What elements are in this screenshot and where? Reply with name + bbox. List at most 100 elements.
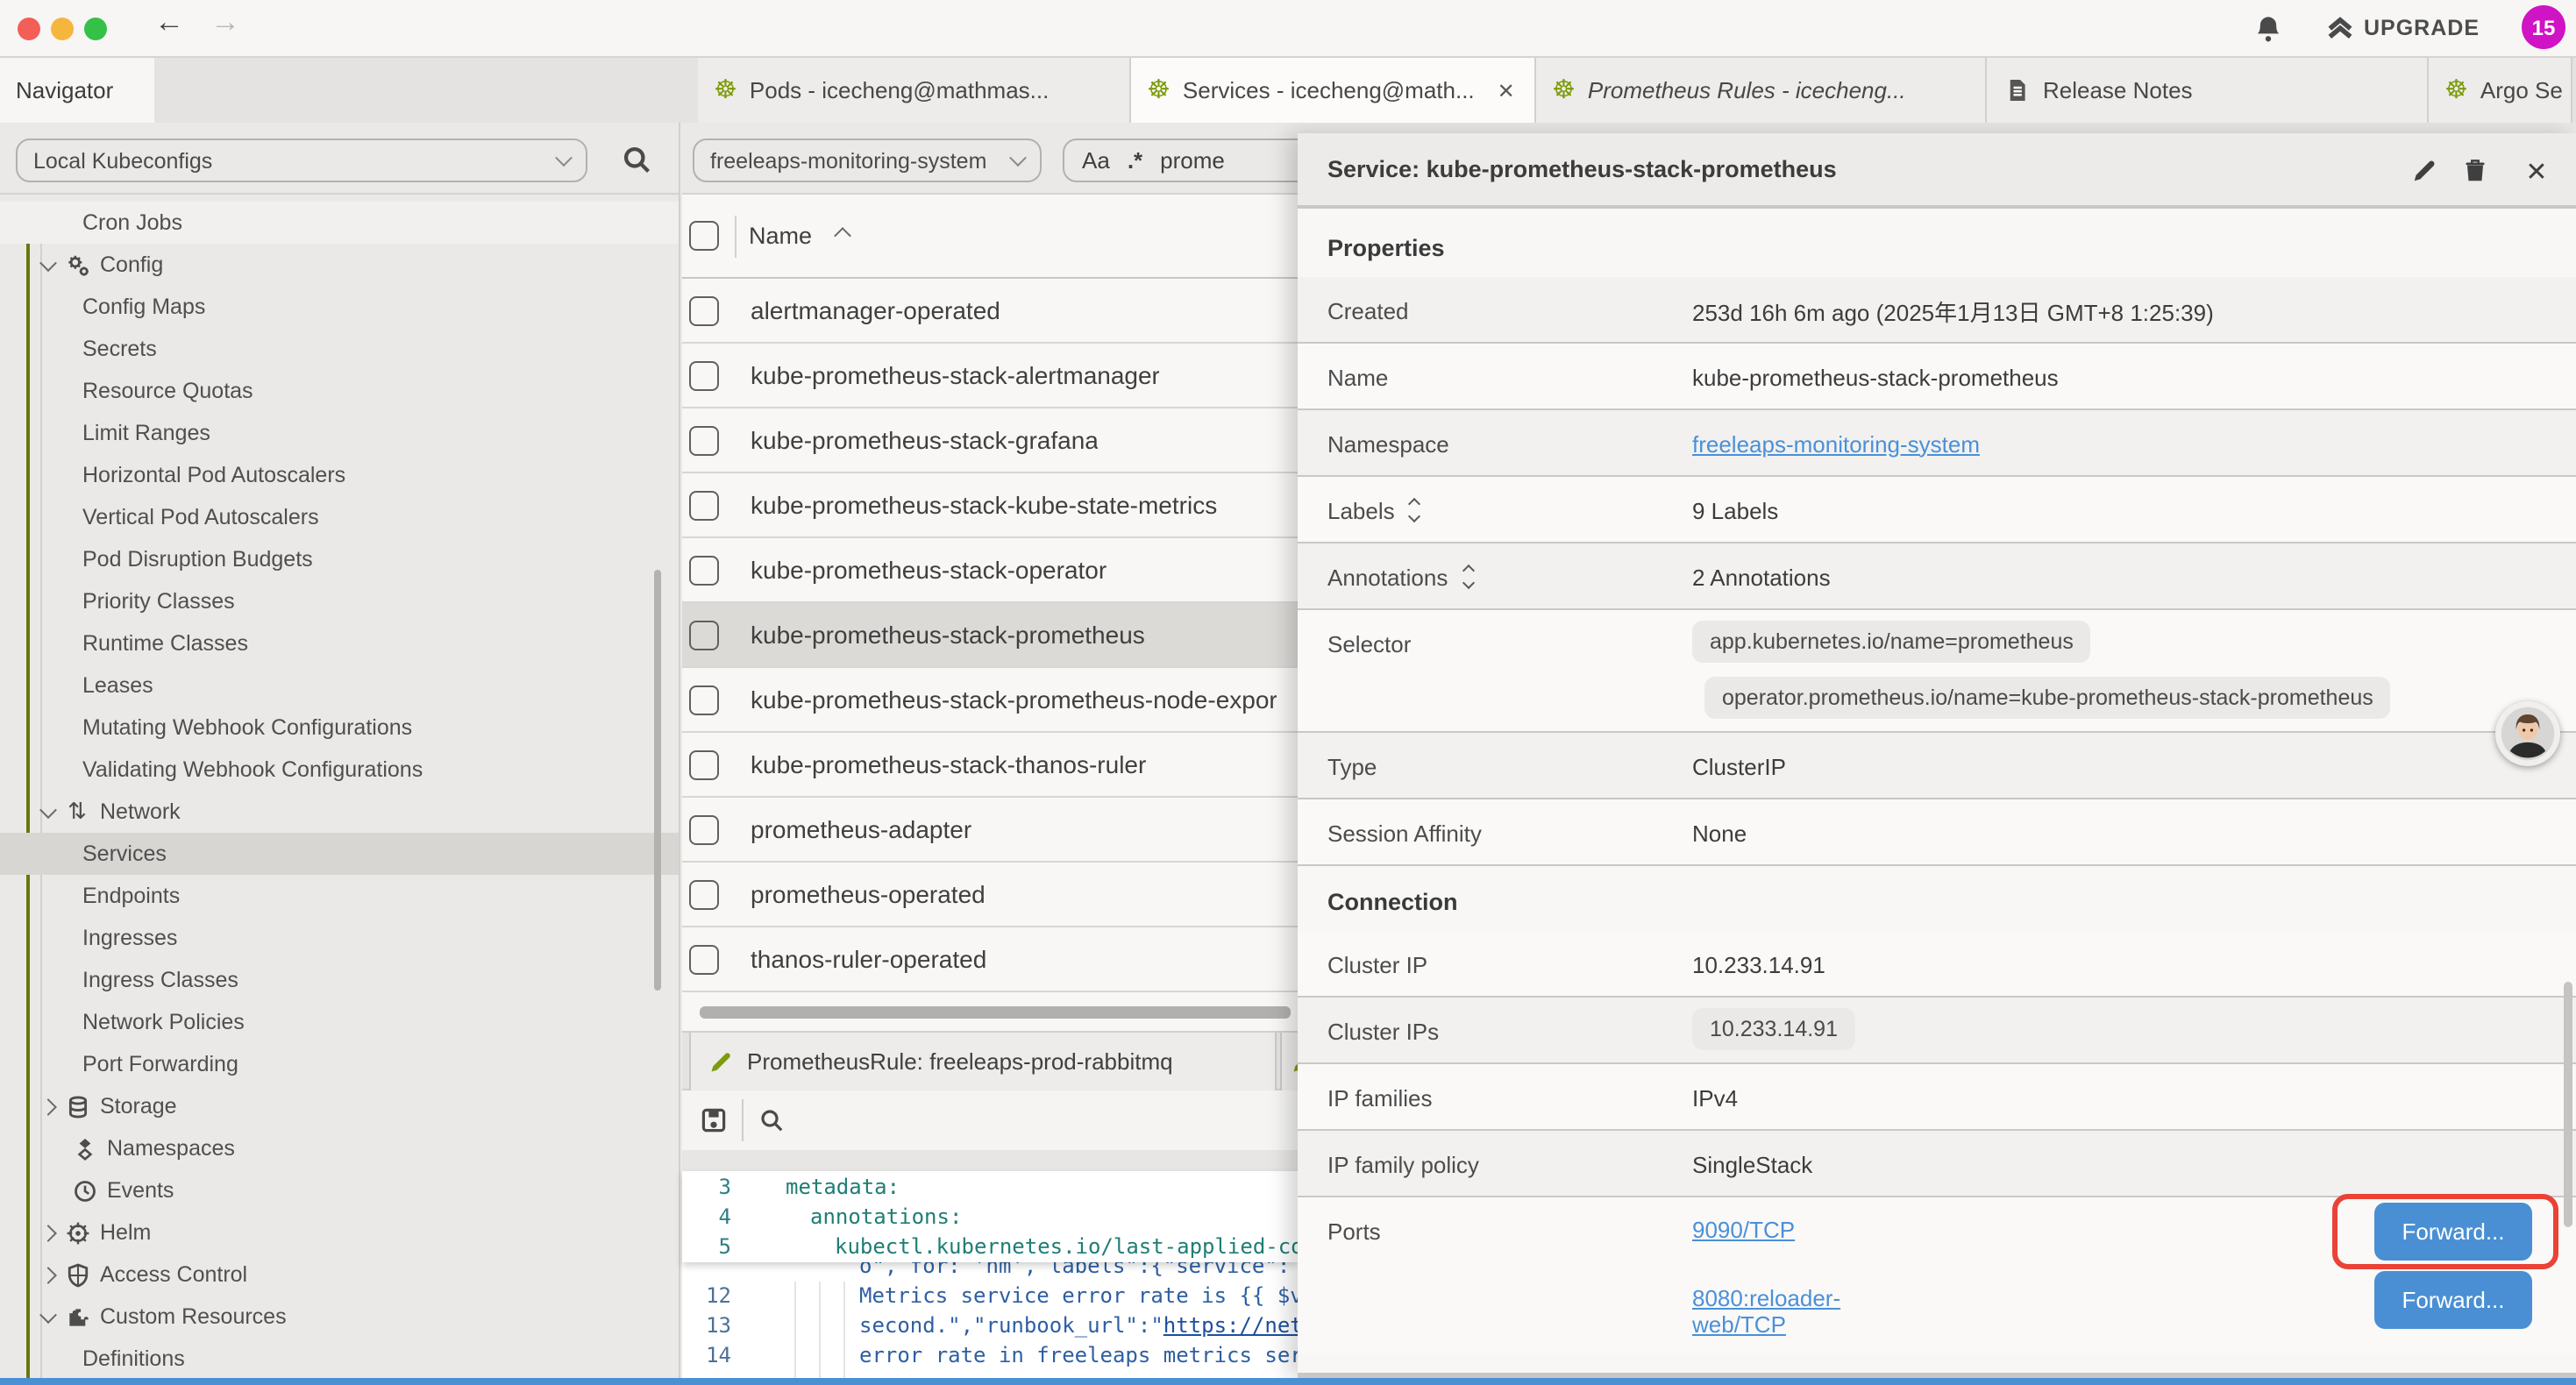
tab-argo-se[interactable]: ☸Argo Se [2429, 58, 2572, 123]
row-checkbox[interactable] [689, 685, 719, 714]
table-row[interactable]: kube-prometheus-stack-prometheus [682, 603, 1298, 668]
table-row[interactable]: kube-prometheus-stack-grafana [682, 408, 1298, 473]
namespace-filter-select[interactable]: freeleaps-monitoring-system [693, 138, 1042, 182]
name-column-header[interactable]: Name [749, 223, 812, 249]
sidebar-item-runtime-classes[interactable]: Runtime Classes [0, 622, 679, 664]
sidebar-item-helm[interactable]: Helm [0, 1211, 679, 1254]
select-all-checkbox[interactable] [689, 221, 719, 251]
tab-services-icecheng-math[interactable]: ☸Services - icecheng@math...✕ [1131, 58, 1536, 123]
close-window-button[interactable] [18, 18, 40, 40]
row-checkbox[interactable] [689, 295, 719, 325]
tab-pods-icecheng-mathmas[interactable]: ☸Pods - icecheng@mathmas... [698, 58, 1131, 123]
sidebar-item-namespaces[interactable]: Namespaces [0, 1127, 679, 1169]
sidebar-item-ingresses[interactable]: Ingresses [0, 917, 679, 959]
upgrade-button[interactable]: UPGRADE [2364, 16, 2480, 40]
editor-search-icon[interactable] [758, 1106, 786, 1134]
editor-tab-prometheusrule[interactable]: PrometheusRule: freeleaps-prod-rabbitmq [689, 1033, 1277, 1090]
url-link[interactable]: https://net [1163, 1313, 1303, 1338]
sidebar-item-config[interactable]: Config [0, 244, 679, 286]
delete-icon[interactable] [2460, 156, 2490, 186]
chevron-down-icon[interactable] [39, 253, 57, 271]
edit-icon[interactable] [2409, 156, 2439, 186]
sidebar-item-priority-classes[interactable]: Priority Classes [0, 580, 679, 622]
chevron-right-icon[interactable] [39, 1224, 57, 1241]
sidebar-item-limit-ranges[interactable]: Limit Ranges [0, 412, 679, 454]
sidebar-item-definitions[interactable]: Definitions [0, 1338, 679, 1378]
sidebar-item-leases[interactable]: Leases [0, 664, 679, 707]
sidebar-item-access-control[interactable]: Access Control [0, 1254, 679, 1296]
sort-icon[interactable] [1411, 500, 1420, 521]
table-row[interactable]: kube-prometheus-stack-thanos-ruler [682, 733, 1298, 798]
sidebar-scrollbar[interactable] [654, 570, 661, 991]
line-text: error rate in freeleaps metrics ser [859, 1343, 1303, 1367]
sidebar-item-custom-resources[interactable]: Custom Resources [0, 1296, 679, 1338]
row-checkbox[interactable] [689, 360, 719, 390]
port-link[interactable]: 8080:reloader-web/TCP [1692, 1285, 1840, 1338]
sidebar-item-network-policies[interactable]: Network Policies [0, 1001, 679, 1043]
sidebar-item-validating-webhook-configurations[interactable]: Validating Webhook Configurations [0, 749, 679, 791]
panel-scrollbar[interactable] [2564, 982, 2572, 1227]
table-row[interactable]: kube-prometheus-stack-kube-state-metrics [682, 473, 1298, 538]
sidebar-item-resource-quotas[interactable]: Resource Quotas [0, 370, 679, 412]
bell-icon[interactable] [2253, 14, 2283, 44]
sidebar-item-services[interactable]: Services [0, 833, 679, 875]
row-checkbox[interactable] [689, 425, 719, 455]
row-checkbox[interactable] [689, 879, 719, 909]
sort-ascending-icon[interactable] [834, 227, 851, 245]
table-row[interactable]: prometheus-adapter [682, 798, 1298, 863]
table-row[interactable]: prometheus-operated [682, 863, 1298, 927]
table-row[interactable]: kube-prometheus-stack-alertmanager [682, 344, 1298, 408]
row-checkbox[interactable] [689, 944, 719, 974]
notification-badge[interactable]: 15 [2522, 5, 2565, 49]
minimize-window-button[interactable] [51, 18, 74, 40]
port-link[interactable]: 9090/TCP [1692, 1217, 1795, 1243]
chevron-down-icon[interactable] [39, 800, 57, 818]
sidebar-item-cron-jobs[interactable]: Cron Jobs [0, 202, 679, 244]
sidebar-item-endpoints[interactable]: Endpoints [0, 875, 679, 917]
row-checkbox[interactable] [689, 490, 719, 520]
horizontal-scrollbar[interactable] [700, 1006, 1291, 1019]
regex-toggle[interactable]: .* [1128, 147, 1142, 174]
chevron-down-icon[interactable] [39, 1305, 57, 1323]
close-icon[interactable]: ✕ [2522, 156, 2551, 186]
editor-line: 12Metrics service error rate is {{ $va [682, 1282, 1298, 1311]
tab-prometheus-rules-icecheng[interactable]: ☸Prometheus Rules - icecheng... [1536, 58, 1987, 123]
row-checkbox[interactable] [689, 814, 719, 844]
match-case-toggle[interactable]: Aa [1082, 147, 1110, 174]
table-row[interactable]: kube-prometheus-stack-prometheus-node-ex… [682, 668, 1298, 733]
yaml-editor[interactable]: 3metadata:4annotations:5kubectl.kubernet… [682, 1171, 1298, 1378]
sidebar-item-ingress-classes[interactable]: Ingress Classes [0, 959, 679, 1001]
sidebar-item-mutating-webhook-configurations[interactable]: Mutating Webhook Configurations [0, 707, 679, 749]
table-row[interactable]: thanos-ruler-operated [682, 927, 1298, 992]
sidebar-item-events[interactable]: Events [0, 1169, 679, 1211]
namespace-link[interactable]: freeleaps-monitoring-system [1692, 430, 1980, 457]
sidebar-item-horizontal-pod-autoscalers[interactable]: Horizontal Pod Autoscalers [0, 454, 679, 496]
forward-button[interactable]: Forward... [2374, 1271, 2532, 1329]
kubeconfig-select[interactable]: Local Kubeconfigs [16, 138, 587, 182]
row-checkbox[interactable] [689, 620, 719, 650]
close-icon[interactable]: ✕ [1498, 78, 1515, 103]
sidebar-item-vertical-pod-autoscalers[interactable]: Vertical Pod Autoscalers [0, 496, 679, 538]
sidebar-item-storage[interactable]: Storage [0, 1085, 679, 1127]
search-icon[interactable] [621, 144, 652, 175]
navigator-panel-tab[interactable]: Navigator [0, 58, 154, 123]
back-arrow-icon[interactable]: ← [154, 5, 184, 40]
sort-icon[interactable] [1463, 566, 1472, 587]
chevron-right-icon[interactable] [39, 1266, 57, 1283]
forward-arrow-icon[interactable]: → [210, 5, 240, 40]
row-checkbox[interactable] [689, 555, 719, 585]
save-icon[interactable] [700, 1106, 728, 1134]
chevron-right-icon[interactable] [39, 1097, 57, 1115]
sidebar-item-port-forwarding[interactable]: Port Forwarding [0, 1043, 679, 1085]
sidebar-item-network[interactable]: ⇅Network [0, 791, 679, 833]
sidebar-item-config-maps[interactable]: Config Maps [0, 286, 679, 328]
avatar[interactable] [2495, 701, 2560, 766]
sidebar-item-secrets[interactable]: Secrets [0, 328, 679, 370]
tab-release-notes[interactable]: Release Notes [1987, 58, 2429, 123]
row-checkbox[interactable] [689, 749, 719, 779]
table-row[interactable]: kube-prometheus-stack-operator [682, 538, 1298, 603]
table-row[interactable]: alertmanager-operated [682, 279, 1298, 344]
sidebar-item-pod-disruption-budgets[interactable]: Pod Disruption Budgets [0, 538, 679, 580]
upgrade-chevrons-icon[interactable] [2325, 14, 2355, 44]
zoom-window-button[interactable] [84, 18, 107, 40]
